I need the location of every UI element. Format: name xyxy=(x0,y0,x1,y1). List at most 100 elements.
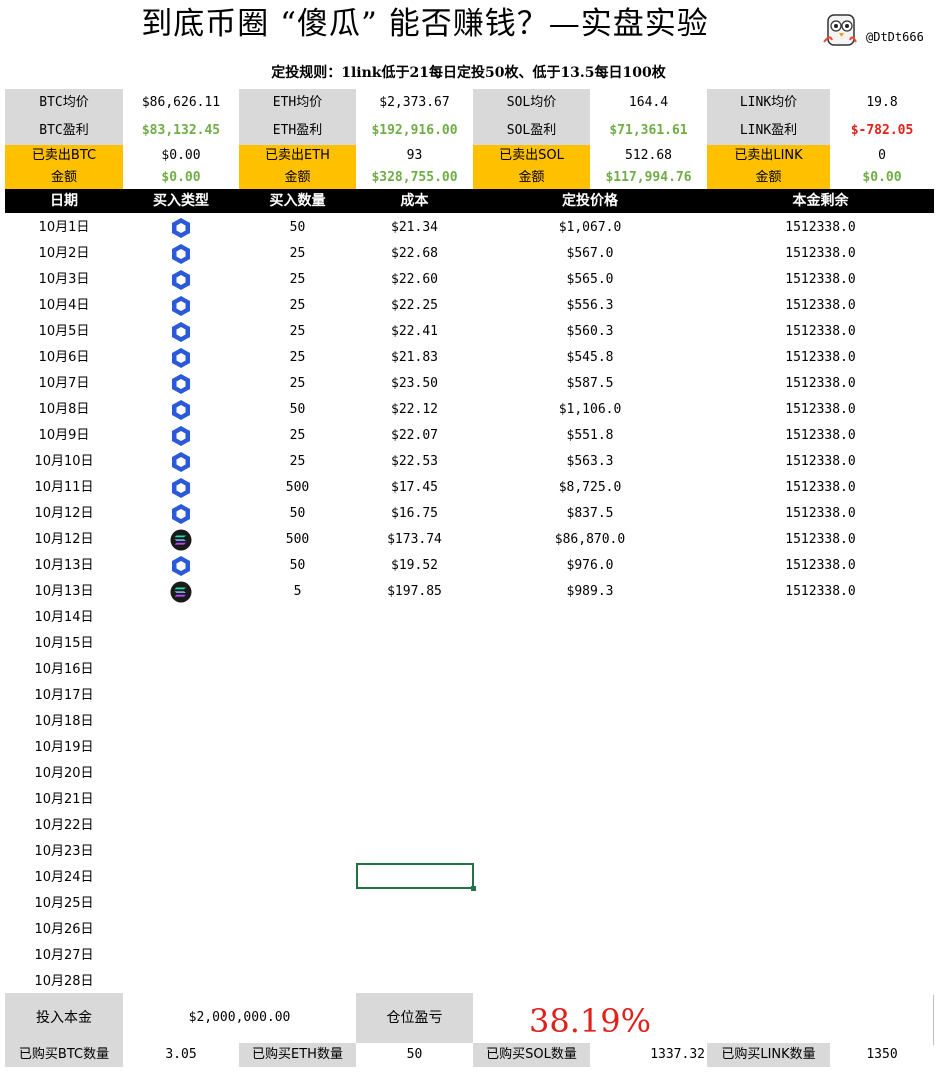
row-price[interactable] xyxy=(473,917,707,943)
row-cost[interactable]: $17.45 xyxy=(356,475,473,501)
row-qty[interactable]: 50 xyxy=(239,553,356,579)
row-price[interactable]: $563.3 xyxy=(473,449,707,475)
row-cost[interactable] xyxy=(356,969,473,995)
link-avg-value[interactable]: 19.8 xyxy=(830,89,934,117)
row-price[interactable]: $545.8 xyxy=(473,345,707,371)
row-qty[interactable]: 25 xyxy=(239,371,356,397)
row-date[interactable]: 10月24日 xyxy=(5,865,123,891)
row-remain[interactable]: 1512338.0 xyxy=(707,345,934,371)
pnl-value[interactable]: 38.19% xyxy=(473,993,707,1043)
row-qty[interactable] xyxy=(239,787,356,813)
row-qty[interactable] xyxy=(239,865,356,891)
row-date[interactable]: 10月4日 xyxy=(5,293,123,319)
row-remain[interactable]: 1512338.0 xyxy=(707,267,934,293)
row-price[interactable]: $976.0 xyxy=(473,553,707,579)
btc-sold-qty[interactable]: $0.00 xyxy=(123,145,239,167)
row-date[interactable]: 10月2日 xyxy=(5,241,123,267)
row-price[interactable]: $837.5 xyxy=(473,501,707,527)
row-remain[interactable]: 1512338.0 xyxy=(707,397,934,423)
row-qty[interactable]: 25 xyxy=(239,241,356,267)
header-qty[interactable]: 买入数量 xyxy=(239,189,356,213)
row-remain[interactable] xyxy=(707,683,934,709)
row-date[interactable]: 10月13日 xyxy=(5,553,123,579)
row-price[interactable] xyxy=(473,631,707,657)
row-date[interactable]: 10月27日 xyxy=(5,943,123,969)
row-qty[interactable]: 25 xyxy=(239,319,356,345)
row-remain[interactable] xyxy=(707,865,934,891)
row-price[interactable] xyxy=(473,787,707,813)
row-cost[interactable]: $22.60 xyxy=(356,267,473,293)
row-cost[interactable] xyxy=(356,605,473,631)
row-price[interactable] xyxy=(473,605,707,631)
row-qty[interactable] xyxy=(239,735,356,761)
row-price[interactable] xyxy=(473,683,707,709)
row-date[interactable]: 10月9日 xyxy=(5,423,123,449)
sol-bought-value[interactable]: 1337.32 xyxy=(590,1043,707,1067)
row-remain[interactable] xyxy=(707,813,934,839)
row-remain[interactable]: 1512338.0 xyxy=(707,579,934,605)
row-price[interactable]: $587.5 xyxy=(473,371,707,397)
row-remain[interactable] xyxy=(707,839,934,865)
row-date[interactable]: 10月3日 xyxy=(5,267,123,293)
row-qty[interactable]: 500 xyxy=(239,527,356,553)
row-date[interactable]: 10月17日 xyxy=(5,683,123,709)
row-cost[interactable]: $22.68 xyxy=(356,241,473,267)
row-cost[interactable] xyxy=(356,735,473,761)
row-date[interactable]: 10月23日 xyxy=(5,839,123,865)
row-cost[interactable] xyxy=(356,839,473,865)
row-qty[interactable] xyxy=(239,709,356,735)
row-cost[interactable] xyxy=(356,943,473,969)
eth-sold-amount[interactable]: $328,755.00 xyxy=(356,167,473,189)
row-price[interactable] xyxy=(473,761,707,787)
row-cost[interactable]: $197.85 xyxy=(356,579,473,605)
row-date[interactable]: 10月26日 xyxy=(5,917,123,943)
row-qty[interactable]: 25 xyxy=(239,449,356,475)
header-type[interactable]: 买入类型 xyxy=(123,189,239,213)
row-price[interactable]: $565.0 xyxy=(473,267,707,293)
row-price[interactable]: $8,725.0 xyxy=(473,475,707,501)
row-price[interactable] xyxy=(473,813,707,839)
row-date[interactable]: 10月10日 xyxy=(5,449,123,475)
row-remain[interactable]: 1512338.0 xyxy=(707,475,934,501)
row-date[interactable]: 10月20日 xyxy=(5,761,123,787)
row-cost[interactable]: $21.83 xyxy=(356,345,473,371)
btc-sold-amount[interactable]: $0.00 xyxy=(123,167,239,189)
header-date[interactable]: 日期 xyxy=(5,189,123,213)
row-date[interactable]: 10月21日 xyxy=(5,787,123,813)
row-remain[interactable] xyxy=(707,969,934,995)
row-cost[interactable] xyxy=(356,657,473,683)
row-remain[interactable] xyxy=(707,891,934,917)
row-qty[interactable] xyxy=(239,839,356,865)
row-qty[interactable] xyxy=(239,605,356,631)
row-remain[interactable] xyxy=(707,787,934,813)
btc-bought-value[interactable]: 3.05 xyxy=(123,1043,239,1067)
row-remain[interactable]: 1512338.0 xyxy=(707,319,934,345)
row-cost[interactable]: $22.07 xyxy=(356,423,473,449)
row-remain[interactable] xyxy=(707,709,934,735)
row-date[interactable]: 10月14日 xyxy=(5,605,123,631)
row-price[interactable]: $556.3 xyxy=(473,293,707,319)
row-price[interactable]: $567.0 xyxy=(473,241,707,267)
row-qty[interactable] xyxy=(239,761,356,787)
row-date[interactable]: 10月28日 xyxy=(5,969,123,995)
link-sold-amount[interactable]: $0.00 xyxy=(830,167,934,189)
row-remain[interactable] xyxy=(707,761,934,787)
row-cost[interactable]: $22.53 xyxy=(356,449,473,475)
row-cost[interactable]: $23.50 xyxy=(356,371,473,397)
row-cost[interactable]: $21.34 xyxy=(356,215,473,241)
row-qty[interactable] xyxy=(239,631,356,657)
row-qty[interactable] xyxy=(239,683,356,709)
row-cost[interactable] xyxy=(356,787,473,813)
row-remain[interactable]: 1512338.0 xyxy=(707,527,934,553)
link-sold-qty[interactable]: 0 xyxy=(830,145,934,167)
row-price[interactable] xyxy=(473,943,707,969)
header-remain[interactable]: 本金剩余 xyxy=(707,189,934,213)
row-qty[interactable] xyxy=(239,943,356,969)
row-date[interactable]: 10月6日 xyxy=(5,345,123,371)
row-date[interactable]: 10月1日 xyxy=(5,215,123,241)
row-date[interactable]: 10月19日 xyxy=(5,735,123,761)
row-remain[interactable]: 1512338.0 xyxy=(707,371,934,397)
row-remain[interactable] xyxy=(707,631,934,657)
fill-handle[interactable] xyxy=(471,886,476,891)
row-qty[interactable] xyxy=(239,969,356,995)
